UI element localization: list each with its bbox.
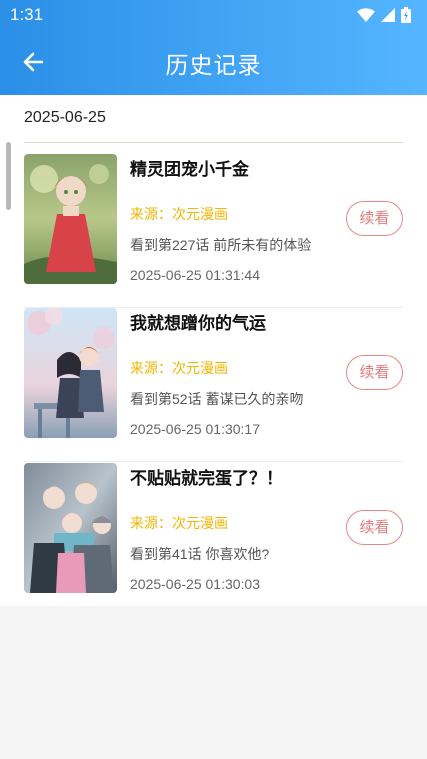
status-icons <box>357 6 411 24</box>
signal-icon <box>381 8 395 22</box>
reading-progress: 看到第227话 前所未有的体验 <box>130 237 312 253</box>
page-title: 历史记录 <box>165 52 262 78</box>
comic-cover[interactable] <box>24 308 117 438</box>
wifi-icon <box>357 8 375 22</box>
comic-source: 来源：次元漫画 <box>130 206 228 222</box>
list-item[interactable]: 不贴贴就完蛋了？！ 来源：次元漫画 看到第41话 你喜欢他? 2025-06-2… <box>24 463 403 617</box>
comic-title: 精灵团宠小千金 <box>130 160 249 179</box>
date-divider <box>24 142 403 143</box>
reading-progress: 看到第52话 蓄谋已久的亲吻 <box>130 391 304 407</box>
battery-icon <box>401 7 411 23</box>
scrollbar[interactable] <box>6 142 11 210</box>
read-timestamp: 2025-06-25 01:30:03 <box>130 576 260 592</box>
status-time: 1:31 <box>10 5 44 24</box>
status-bar: 1:31 <box>0 0 427 30</box>
resume-button[interactable]: 续看 <box>346 201 403 236</box>
reading-progress: 看到第41话 你喜欢他? <box>130 546 270 562</box>
app-header: 1:31 历史记录 <box>0 0 427 95</box>
resume-button[interactable]: 续看 <box>346 510 403 545</box>
resume-button[interactable]: 续看 <box>346 355 403 390</box>
history-list: 2025-06-25 精灵团宠小千金 来源：次元漫画 看到第227话 前所未有的… <box>0 95 427 606</box>
comic-source: 来源：次元漫画 <box>130 360 228 376</box>
read-timestamp: 2025-06-25 01:31:44 <box>130 267 260 283</box>
list-item[interactable]: 精灵团宠小千金 来源：次元漫画 看到第227话 前所未有的体验 2025-06-… <box>24 154 403 308</box>
date-group-label: 2025-06-25 <box>24 109 106 126</box>
read-timestamp: 2025-06-25 01:30:17 <box>130 421 260 437</box>
comic-cover[interactable] <box>24 463 117 593</box>
item-divider <box>24 461 403 462</box>
list-item[interactable]: 我就想蹭你的气运 来源：次元漫画 看到第52话 蓄谋已久的亲吻 2025-06-… <box>24 308 403 462</box>
comic-source: 来源：次元漫画 <box>130 515 228 531</box>
comic-title: 不贴贴就完蛋了？！ <box>130 469 283 488</box>
comic-cover[interactable] <box>24 154 117 284</box>
comic-title: 我就想蹭你的气运 <box>130 314 266 333</box>
